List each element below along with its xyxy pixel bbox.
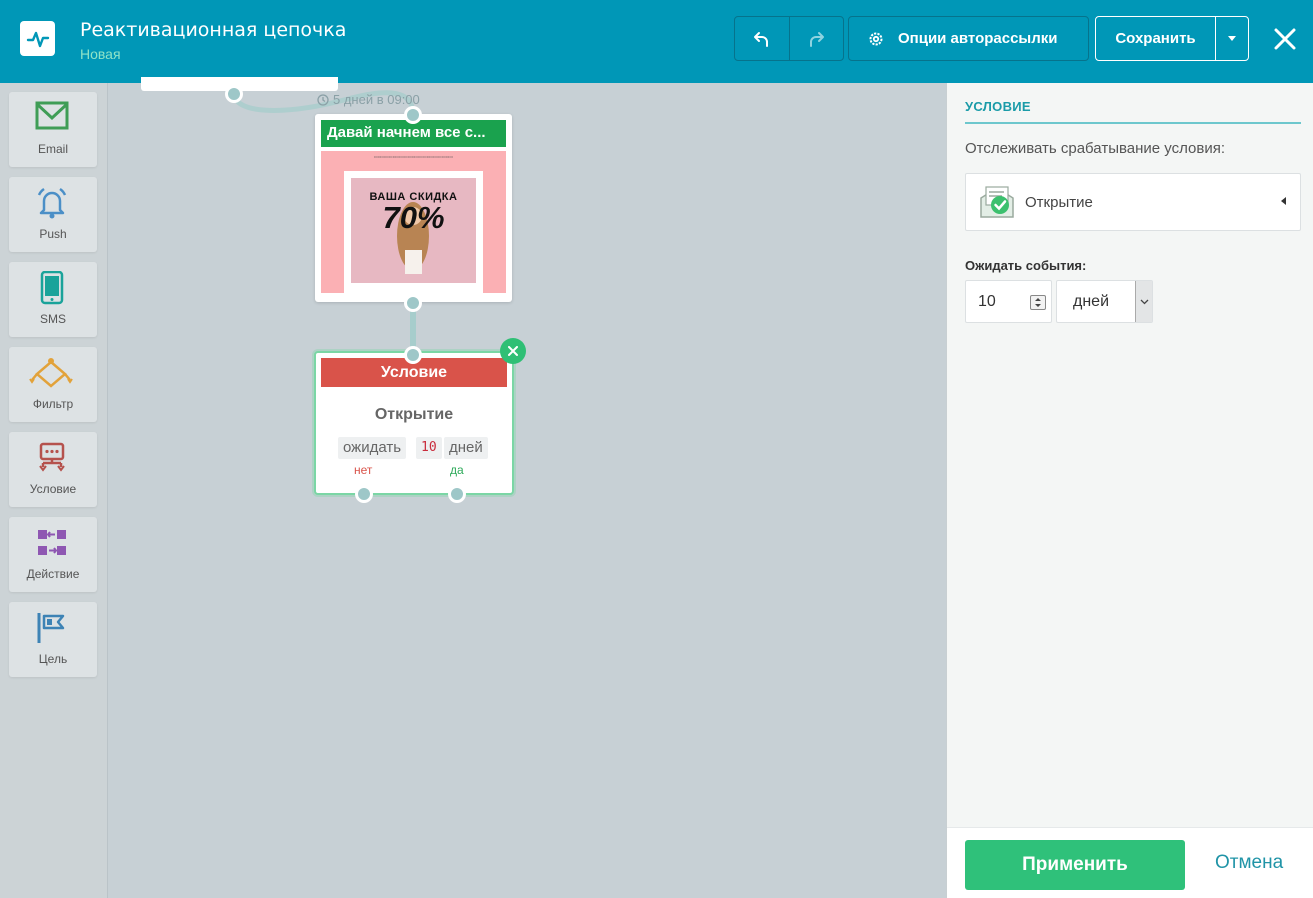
top-bar: Реактивационная цепочка Новая Опции авто…: [0, 0, 1313, 83]
undo-icon: [753, 31, 768, 47]
mailing-options-button[interactable]: Опции авторассылки: [848, 16, 1089, 61]
cancel-button[interactable]: Отмена: [1215, 852, 1283, 874]
panel-footer: Применить Отмена: [947, 827, 1313, 898]
palette-item-push[interactable]: Push: [9, 177, 97, 252]
apply-button[interactable]: Применить: [965, 840, 1185, 890]
delete-node-button[interactable]: [500, 338, 526, 364]
undo-button[interactable]: [735, 17, 789, 60]
email-node[interactable]: Давай начнем все с... ▭▭▭▭▭▭▭▭▭▭▭▭▭▭▭▭▭▭…: [315, 114, 512, 302]
workflow-canvas[interactable]: 5 дней в 09:00 Давай начнем все с... ▭▭▭…: [108, 77, 946, 898]
palette-label: Email: [37, 142, 68, 156]
wait-word-chip: ожидать: [338, 437, 407, 459]
track-condition-label: Отслеживать срабатывание условия:: [965, 140, 1226, 157]
chevron-left-icon: [1281, 197, 1286, 205]
bell-icon: [37, 187, 67, 219]
chain-title[interactable]: Реактивационная цепочка: [80, 19, 346, 41]
wait-value-input[interactable]: 10: [965, 280, 1052, 323]
delay-text: 5 дней в 09:00: [333, 92, 420, 107]
palette-item-sms[interactable]: SMS: [9, 262, 97, 337]
close-icon: [508, 346, 518, 356]
wait-event-label: Ожидать события:: [965, 258, 1087, 273]
delay-label: 5 дней в 09:00: [317, 92, 420, 107]
preview-tiny-text: ▭▭▭▭▭▭▭▭▭▭▭▭▭▭▭▭▭▭▭▭▭: [373, 154, 454, 159]
condition-node-in-port[interactable]: [404, 346, 422, 364]
palette-label: Push: [39, 227, 67, 241]
event-type-value: Открытие: [1025, 194, 1093, 211]
email-node-title: Давай начнем все с...: [321, 120, 506, 147]
palette-item-condition[interactable]: Условие: [9, 432, 97, 507]
filter-icon: [29, 358, 73, 388]
wait-unit-value: дней: [1073, 293, 1110, 310]
palette-label: Действие: [26, 567, 80, 581]
yes-branch-label: да: [450, 463, 464, 477]
close-icon: [1274, 28, 1296, 50]
panel-section-title: УСЛОВИЕ: [965, 99, 1031, 114]
palette-label: SMS: [39, 312, 66, 326]
email-node-out-port[interactable]: [404, 294, 422, 312]
chevron-down-icon: [1135, 281, 1152, 322]
condition-node[interactable]: Условие Открытие ожидать 10 дней нет да: [314, 351, 514, 495]
no-branch-label: нет: [354, 463, 373, 477]
condition-icon: [39, 442, 65, 472]
palette-label: Фильтр: [32, 397, 74, 411]
wait-unit-chip: дней: [444, 437, 488, 459]
redo-icon: [810, 31, 825, 47]
palette-item-goal[interactable]: Цель: [9, 602, 97, 677]
gear-icon: [869, 32, 883, 45]
wait-value-text: 10: [978, 293, 996, 310]
redo-button[interactable]: [788, 17, 843, 60]
goal-flag-icon: [37, 613, 65, 643]
save-button[interactable]: Сохранить: [1096, 17, 1216, 60]
app-logo-icon: [20, 21, 55, 56]
number-spinner-icon[interactable]: [1030, 295, 1046, 310]
palette-item-filter[interactable]: Фильтр: [9, 347, 97, 422]
wait-value-chip: 10: [416, 437, 442, 459]
history-group: [734, 16, 844, 61]
preview-promo-line2: 70%: [382, 200, 445, 235]
phone-icon: [40, 271, 64, 305]
palette-label: Цель: [38, 652, 68, 666]
event-type-select[interactable]: Открытие: [965, 173, 1301, 231]
condition-node-event: Открытие: [374, 406, 454, 423]
save-group: Сохранить: [1095, 16, 1249, 61]
palette-item-email[interactable]: Email: [9, 92, 97, 167]
previous-node-out-port[interactable]: [225, 85, 243, 103]
condition-yes-port[interactable]: [448, 485, 466, 503]
node-palette: Email Push SMS Фильтр Условие Действие Ц…: [0, 83, 108, 898]
chain-status: Новая: [80, 46, 121, 62]
mailing-options-label: Опции авторассылки: [898, 30, 1058, 47]
palette-label: Условие: [29, 482, 77, 496]
caret-down-icon: [1228, 36, 1236, 41]
email-preview-image: ▭▭▭▭▭▭▭▭▭▭▭▭▭▭▭▭▭▭▭▭▭ ВАША СКИДКА 70%: [321, 151, 506, 293]
clock-icon: [317, 93, 329, 106]
wait-unit-select[interactable]: дней: [1056, 280, 1153, 323]
close-button[interactable]: [1268, 22, 1302, 56]
palette-item-action[interactable]: Действие: [9, 517, 97, 592]
section-divider: [965, 122, 1301, 124]
save-dropdown-button[interactable]: [1216, 17, 1248, 60]
email-icon: [35, 101, 69, 130]
properties-panel: УСЛОВИЕ Отслеживать срабатывание условия…: [946, 83, 1313, 898]
node-links: [231, 90, 416, 355]
email-node-in-port[interactable]: [404, 106, 422, 124]
condition-no-port[interactable]: [355, 485, 373, 503]
email-opened-icon: [980, 186, 1014, 218]
action-icon: [38, 530, 66, 555]
